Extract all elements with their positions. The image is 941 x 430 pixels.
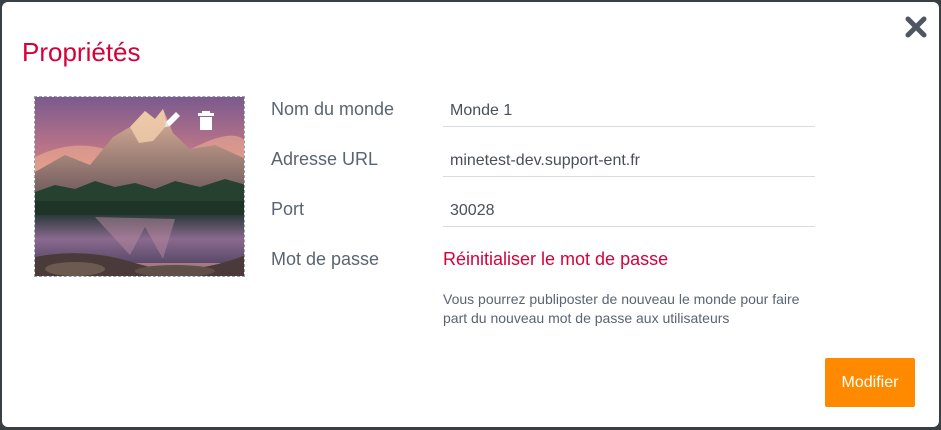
password-hint: Vous pourrez publiposter de nouveau le m… <box>443 291 800 326</box>
dialog-title: Propriétés <box>22 37 141 67</box>
url-field[interactable] <box>443 145 815 177</box>
password-label: Mot de passe <box>271 249 380 269</box>
port-label: Port <box>271 199 305 219</box>
world-name-field[interactable] <box>443 95 815 127</box>
world-name-label: Nom du monde <box>271 99 395 119</box>
pencil-icon[interactable] <box>161 109 183 131</box>
close-icon[interactable] <box>905 16 927 38</box>
reset-password-link[interactable]: Réinitialiser le mot de passe <box>443 248 668 270</box>
properties-dialog: Propriétés Nom du monde Monde 1 Adresse … <box>2 2 939 427</box>
trash-icon[interactable] <box>195 109 217 131</box>
url-label: Adresse URL <box>271 149 379 169</box>
modify-button[interactable]: Modifier <box>825 358 915 407</box>
world-image[interactable] <box>34 96 245 277</box>
port-field[interactable] <box>443 195 815 227</box>
